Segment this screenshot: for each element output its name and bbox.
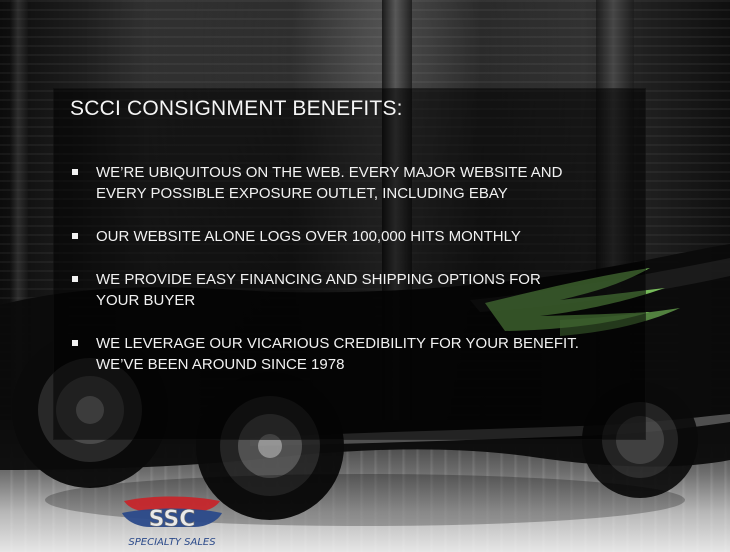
square-bullet-icon [72, 276, 78, 282]
list-item-text: WE LEVERAGE OUR VICARIOUS CREDIBILITY FO… [96, 335, 579, 373]
list-item-text: OUR WEBSITE ALONE LOGS OVER 100,000 HITS… [96, 228, 521, 245]
list-item: WE PROVIDE EASY FINANCING AND SHIPPING O… [72, 269, 632, 311]
svg-text:SPECIALTY SALES: SPECIALTY SALES [128, 537, 216, 548]
square-bullet-icon [72, 340, 78, 346]
slide: SCCI CONSIGNMENT BENEFITS: WE’RE UBIQUIT… [0, 0, 730, 552]
benefits-list: WE’RE UBIQUITOUS ON THE WEB. EVERY MAJOR… [72, 162, 632, 397]
list-item-text: WE PROVIDE EASY FINANCING AND SHIPPING O… [96, 271, 541, 309]
specialty-sales-logo: SSC SPECIALTY SALES [122, 496, 222, 548]
square-bullet-icon [72, 169, 78, 175]
square-bullet-icon [72, 233, 78, 239]
list-item-text: WE’RE UBIQUITOUS ON THE WEB. EVERY MAJOR… [96, 164, 563, 202]
list-item: WE’RE UBIQUITOUS ON THE WEB. EVERY MAJOR… [72, 162, 632, 204]
svg-text:SSC: SSC [149, 507, 196, 532]
slide-title: SCCI CONSIGNMENT BENEFITS: [70, 97, 403, 120]
list-item: OUR WEBSITE ALONE LOGS OVER 100,000 HITS… [72, 226, 632, 247]
list-item: WE LEVERAGE OUR VICARIOUS CREDIBILITY FO… [72, 333, 632, 375]
